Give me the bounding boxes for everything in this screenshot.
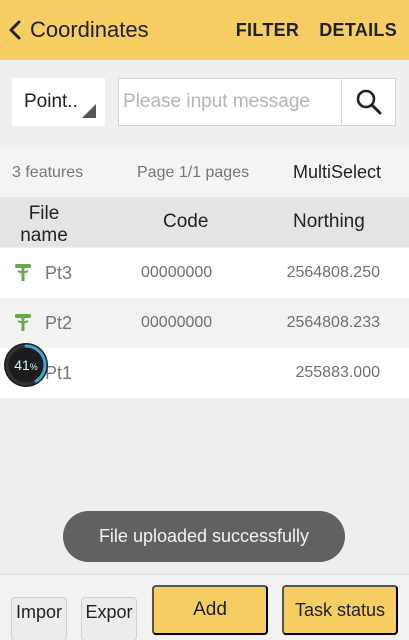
column-header-code[interactable]: Code (163, 211, 208, 233)
import-button[interactable]: Impor (11, 597, 67, 640)
multiselect-button[interactable]: MultiSelect (293, 162, 381, 183)
survey-point-icon (15, 264, 31, 281)
info-bar: 3 features Page 1/1 pages MultiSelect (0, 148, 409, 197)
chevron-left-icon (9, 20, 21, 40)
table-row[interactable]: Pt1 255883.000 (0, 348, 409, 398)
page-indicator: Page 1/1 pages (137, 164, 250, 181)
search-input[interactable] (118, 78, 342, 126)
toast-message: File uploaded successfully (63, 511, 345, 562)
progress-percent: 41% (14, 357, 38, 373)
table-header: File name Code Northing (0, 197, 409, 247)
bottom-action-bar: Impor Expor Add Task status (0, 574, 409, 640)
row-name: Pt2 (45, 313, 73, 333)
table-row[interactable]: Pt2 00000000 2564808.233 (0, 298, 409, 348)
back-button[interactable]: Coordinates (0, 0, 149, 60)
row-code: 00000000 (141, 314, 213, 331)
column-header-northing[interactable]: Northing (293, 211, 365, 233)
upload-progress-badge[interactable]: 41% (4, 343, 48, 387)
type-dropdown[interactable]: Point.. (12, 78, 105, 126)
feature-count: 3 features (12, 164, 84, 181)
row-code: 00000000 (141, 264, 213, 281)
table-row[interactable]: Pt3 00000000 2564808.250 (0, 248, 409, 298)
filter-button[interactable]: FILTER (236, 20, 299, 41)
app-bar: Coordinates FILTER DETAILS (0, 0, 409, 60)
row-northing: 255883.000 (295, 364, 380, 381)
row-northing: 2564808.250 (286, 264, 380, 281)
row-name: Pt1 (45, 363, 73, 383)
column-header-file-name[interactable]: File name (12, 203, 76, 247)
add-button[interactable]: Add (152, 585, 268, 635)
dropdown-triangle-icon (82, 104, 96, 118)
type-dropdown-value: Point.. (24, 91, 78, 112)
search-icon (356, 89, 381, 115)
export-button[interactable]: Expor (81, 597, 137, 640)
details-button[interactable]: DETAILS (319, 20, 397, 41)
search-button[interactable] (341, 78, 396, 126)
row-northing: 2564808.233 (286, 314, 380, 331)
page-title: Coordinates (30, 17, 149, 42)
search-bar: Point.. (0, 60, 409, 148)
task-status-button[interactable]: Task status (282, 585, 398, 635)
progress-value: 41 (14, 357, 30, 373)
row-name: Pt3 (45, 263, 73, 283)
survey-point-icon (15, 314, 31, 331)
progress-unit: % (29, 362, 38, 372)
